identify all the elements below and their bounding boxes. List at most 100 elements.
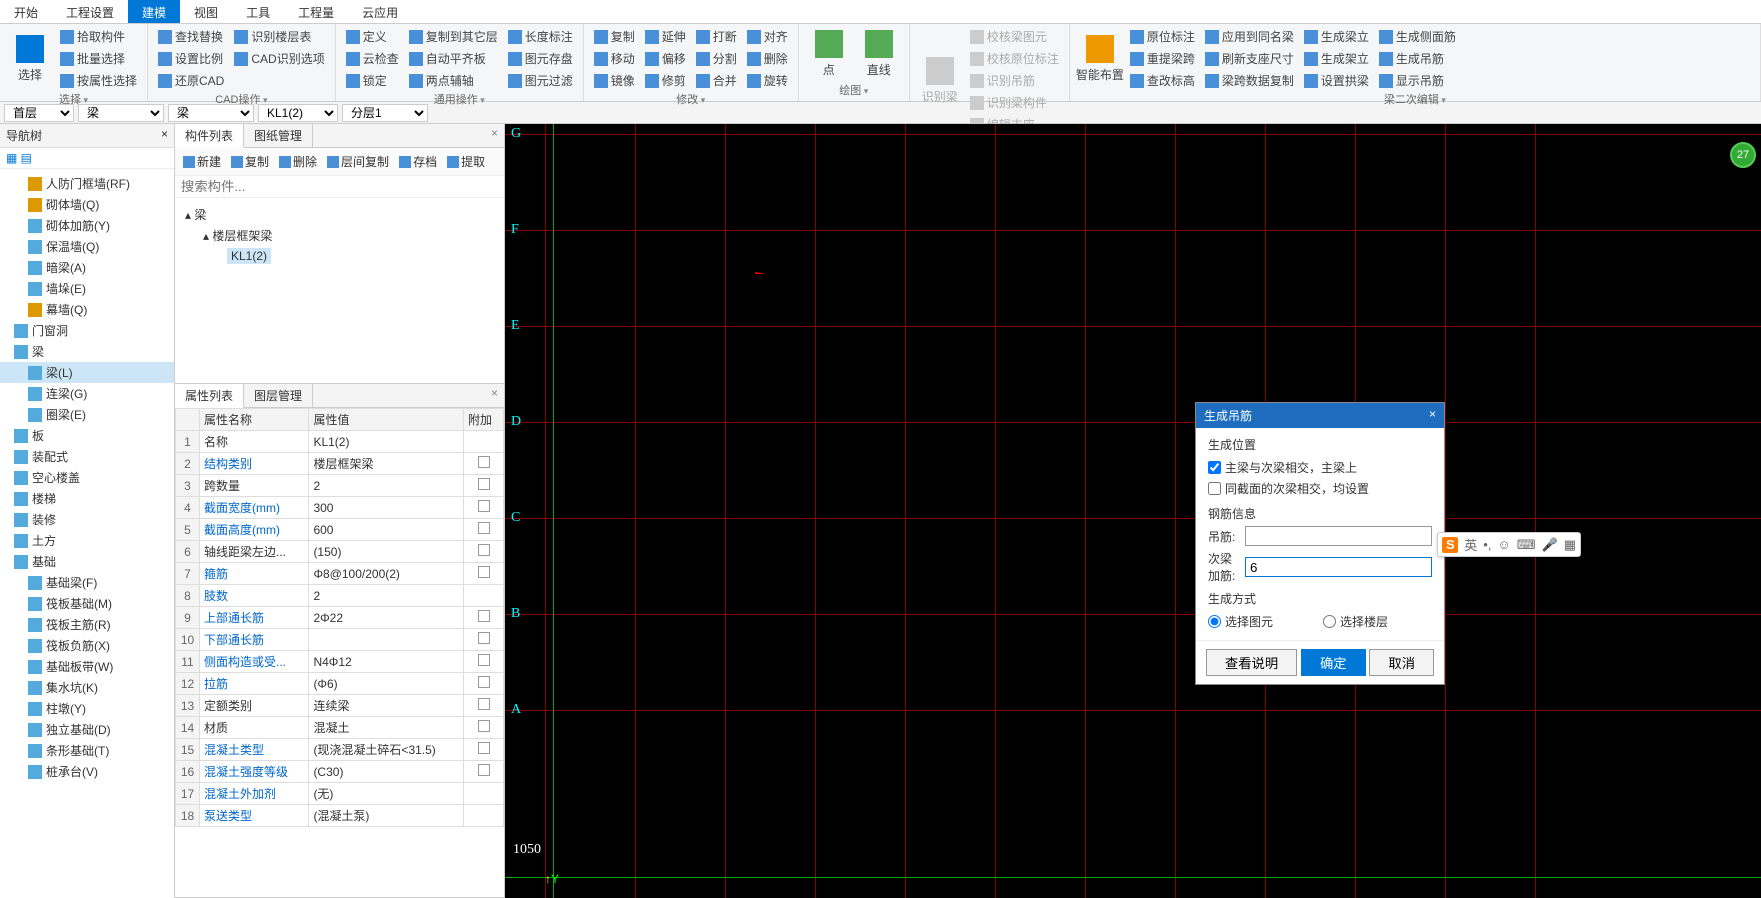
menu-5[interactable]: 工程量 [284, 0, 348, 23]
menu-0[interactable]: 开始 [0, 0, 52, 23]
menu-2[interactable]: 建模 [128, 0, 180, 23]
ime-lang[interactable]: 英 [1464, 535, 1477, 554]
tree-view-icon[interactable]: ▦ ▤ [6, 151, 32, 165]
drawing-canvas[interactable]: GFEDCBA 27 ↑Y 1050 生成吊筋× 生成位置 主梁与次梁相交，主梁… [505, 124, 1761, 898]
nav-item[interactable]: 筏板主筋(R) [0, 614, 174, 635]
ribbon-btn[interactable]: 设置比例 [154, 48, 228, 69]
table-row[interactable]: 15混凝土类型(现浇混凝土碎石<31.5) [176, 739, 504, 761]
nav-item[interactable]: 梁 [0, 341, 174, 362]
nav-item[interactable]: 幕墙(Q) [0, 299, 174, 320]
ribbon-btn[interactable]: 还原CAD [154, 70, 228, 91]
close-icon[interactable]: × [1429, 407, 1436, 424]
tab-layer-mgmt[interactable]: 图层管理 [244, 384, 313, 407]
ribbon-btn[interactable]: 分割 [692, 48, 741, 69]
ribbon-btn[interactable]: 显示吊筋 [1375, 70, 1460, 91]
nav-item[interactable]: 装修 [0, 509, 174, 530]
search-input[interactable] [175, 176, 504, 198]
ribbon-btn[interactable]: 生成架立 [1300, 48, 1373, 69]
ribbon-btn[interactable]: 云检查 [342, 48, 403, 69]
nav-item[interactable]: 人防门框墙(RF) [0, 173, 174, 194]
nav-item[interactable]: 梁(L) [0, 362, 174, 383]
nav-item[interactable]: 保温墙(Q) [0, 236, 174, 257]
nav-item[interactable]: 连梁(G) [0, 383, 174, 404]
radio-select-element[interactable]: 选择图元 [1208, 611, 1273, 632]
table-row[interactable]: 10下部通长筋 [176, 629, 504, 651]
tree-node[interactable]: 楼层框架梁 [212, 229, 272, 243]
ribbon-btn[interactable]: 识别梁构件 [966, 92, 1063, 113]
menu-3[interactable]: 视图 [180, 0, 232, 23]
toolbar-btn[interactable]: 删除 [275, 151, 321, 172]
ribbon-btn[interactable]: 复制 [590, 26, 639, 47]
ribbon-btn[interactable]: 校核梁图元 [966, 26, 1063, 47]
panel-close-icon[interactable]: × [485, 384, 504, 407]
ribbon-btn[interactable]: 原位标注 [1126, 26, 1199, 47]
nav-item[interactable]: 暗梁(A) [0, 257, 174, 278]
nav-item[interactable]: 砌体加筋(Y) [0, 215, 174, 236]
nav-item[interactable]: 圈梁(E) [0, 404, 174, 425]
nav-item[interactable]: 柱墩(Y) [0, 698, 174, 719]
ribbon-btn[interactable]: 图元存盘 [504, 48, 577, 69]
ribbon-btn[interactable]: 旋转 [743, 70, 792, 91]
nav-item[interactable]: 土方 [0, 530, 174, 551]
ime-menu-icon[interactable]: ▦ [1564, 537, 1576, 553]
tab-component-list[interactable]: 构件列表 [175, 124, 244, 148]
table-row[interactable]: 5截面高度(mm)600 [176, 519, 504, 541]
table-row[interactable]: 7箍筋Φ8@100/200(2) [176, 563, 504, 585]
ribbon-btn[interactable]: 对齐 [743, 26, 792, 47]
ribbon-btn[interactable]: 两点辅轴 [405, 70, 502, 91]
ribbon-btn[interactable]: 校核原位标注 [966, 48, 1063, 69]
smart-layout-button[interactable]: 智能布置 [1076, 26, 1124, 91]
ribbon-btn[interactable]: 设置拱梁 [1300, 70, 1373, 91]
nav-item[interactable]: 筏板基础(M) [0, 593, 174, 614]
menu-6[interactable]: 云应用 [348, 0, 412, 23]
sub-beam-input[interactable] [1245, 557, 1432, 577]
floor-select[interactable]: 首层 [4, 104, 74, 122]
nav-item[interactable]: 桩承台(V) [0, 761, 174, 782]
ribbon-btn[interactable]: 长度标注 [504, 26, 577, 47]
ribbon-btn[interactable]: 修剪 [641, 70, 690, 91]
tree-node[interactable]: 梁 [194, 208, 206, 222]
table-row[interactable]: 11侧面构造或受...N4Φ12 [176, 651, 504, 673]
nav-item[interactable]: 板 [0, 425, 174, 446]
help-button[interactable]: 查看说明 [1206, 649, 1297, 676]
ribbon-btn[interactable]: 查改标高 [1126, 70, 1199, 91]
ribbon-btn[interactable]: 移动 [590, 48, 639, 69]
ime-emoji-icon[interactable]: ☺ [1497, 537, 1510, 552]
menu-4[interactable]: 工具 [232, 0, 284, 23]
nav-item[interactable]: 基础 [0, 551, 174, 572]
ribbon-btn[interactable]: 生成侧面筋 [1375, 26, 1460, 47]
cancel-button[interactable]: 取消 [1369, 649, 1434, 676]
ribbon-btn[interactable]: 生成吊筋 [1375, 48, 1460, 69]
table-row[interactable]: 4截面宽度(mm)300 [176, 497, 504, 519]
select-button[interactable]: 选择 [6, 26, 54, 91]
ribbon-btn[interactable]: 删除 [743, 48, 792, 69]
panel-close-icon[interactable]: × [485, 124, 504, 147]
table-row[interactable]: 18泵送类型(混凝土泵) [176, 805, 504, 827]
ribbon-btn[interactable]: 复制到其它层 [405, 26, 502, 47]
ime-mic-icon[interactable]: 🎤 [1542, 537, 1558, 553]
nav-item[interactable]: 空心楼盖 [0, 467, 174, 488]
toolbar-btn[interactable]: 新建 [179, 151, 225, 172]
ribbon-btn[interactable]: 偏移 [641, 48, 690, 69]
nav-item[interactable]: 集水坑(K) [0, 677, 174, 698]
nav-item[interactable]: 门窗洞 [0, 320, 174, 341]
point-button[interactable]: 点 [805, 26, 853, 82]
table-row[interactable]: 6轴线距梁左边...(150) [176, 541, 504, 563]
nav-item[interactable]: 砌体墙(Q) [0, 194, 174, 215]
ribbon-btn[interactable]: 刷新支座尺寸 [1201, 48, 1298, 69]
tab-properties[interactable]: 属性列表 [175, 384, 244, 408]
ribbon-btn[interactable]: 批量选择 [56, 48, 141, 69]
table-row[interactable]: 9上部通长筋2Φ22 [176, 607, 504, 629]
toolbar-btn[interactable]: 存档 [395, 151, 441, 172]
ime-icon[interactable]: •, [1483, 537, 1491, 552]
nav-item[interactable]: 条形基础(T) [0, 740, 174, 761]
table-row[interactable]: 12拉筋(Φ6) [176, 673, 504, 695]
table-row[interactable]: 8肢数2 [176, 585, 504, 607]
nav-item[interactable]: 墙垛(E) [0, 278, 174, 299]
nav-item[interactable]: 基础板带(W) [0, 656, 174, 677]
nav-item[interactable]: 筏板负筋(X) [0, 635, 174, 656]
tree-leaf-selected[interactable]: KL1(2) [227, 248, 271, 264]
ribbon-btn[interactable]: 定义 [342, 26, 403, 47]
nav-item[interactable]: 独立基础(D) [0, 719, 174, 740]
checkbox-main-sub[interactable]: 主梁与次梁相交，主梁上 [1208, 457, 1432, 478]
